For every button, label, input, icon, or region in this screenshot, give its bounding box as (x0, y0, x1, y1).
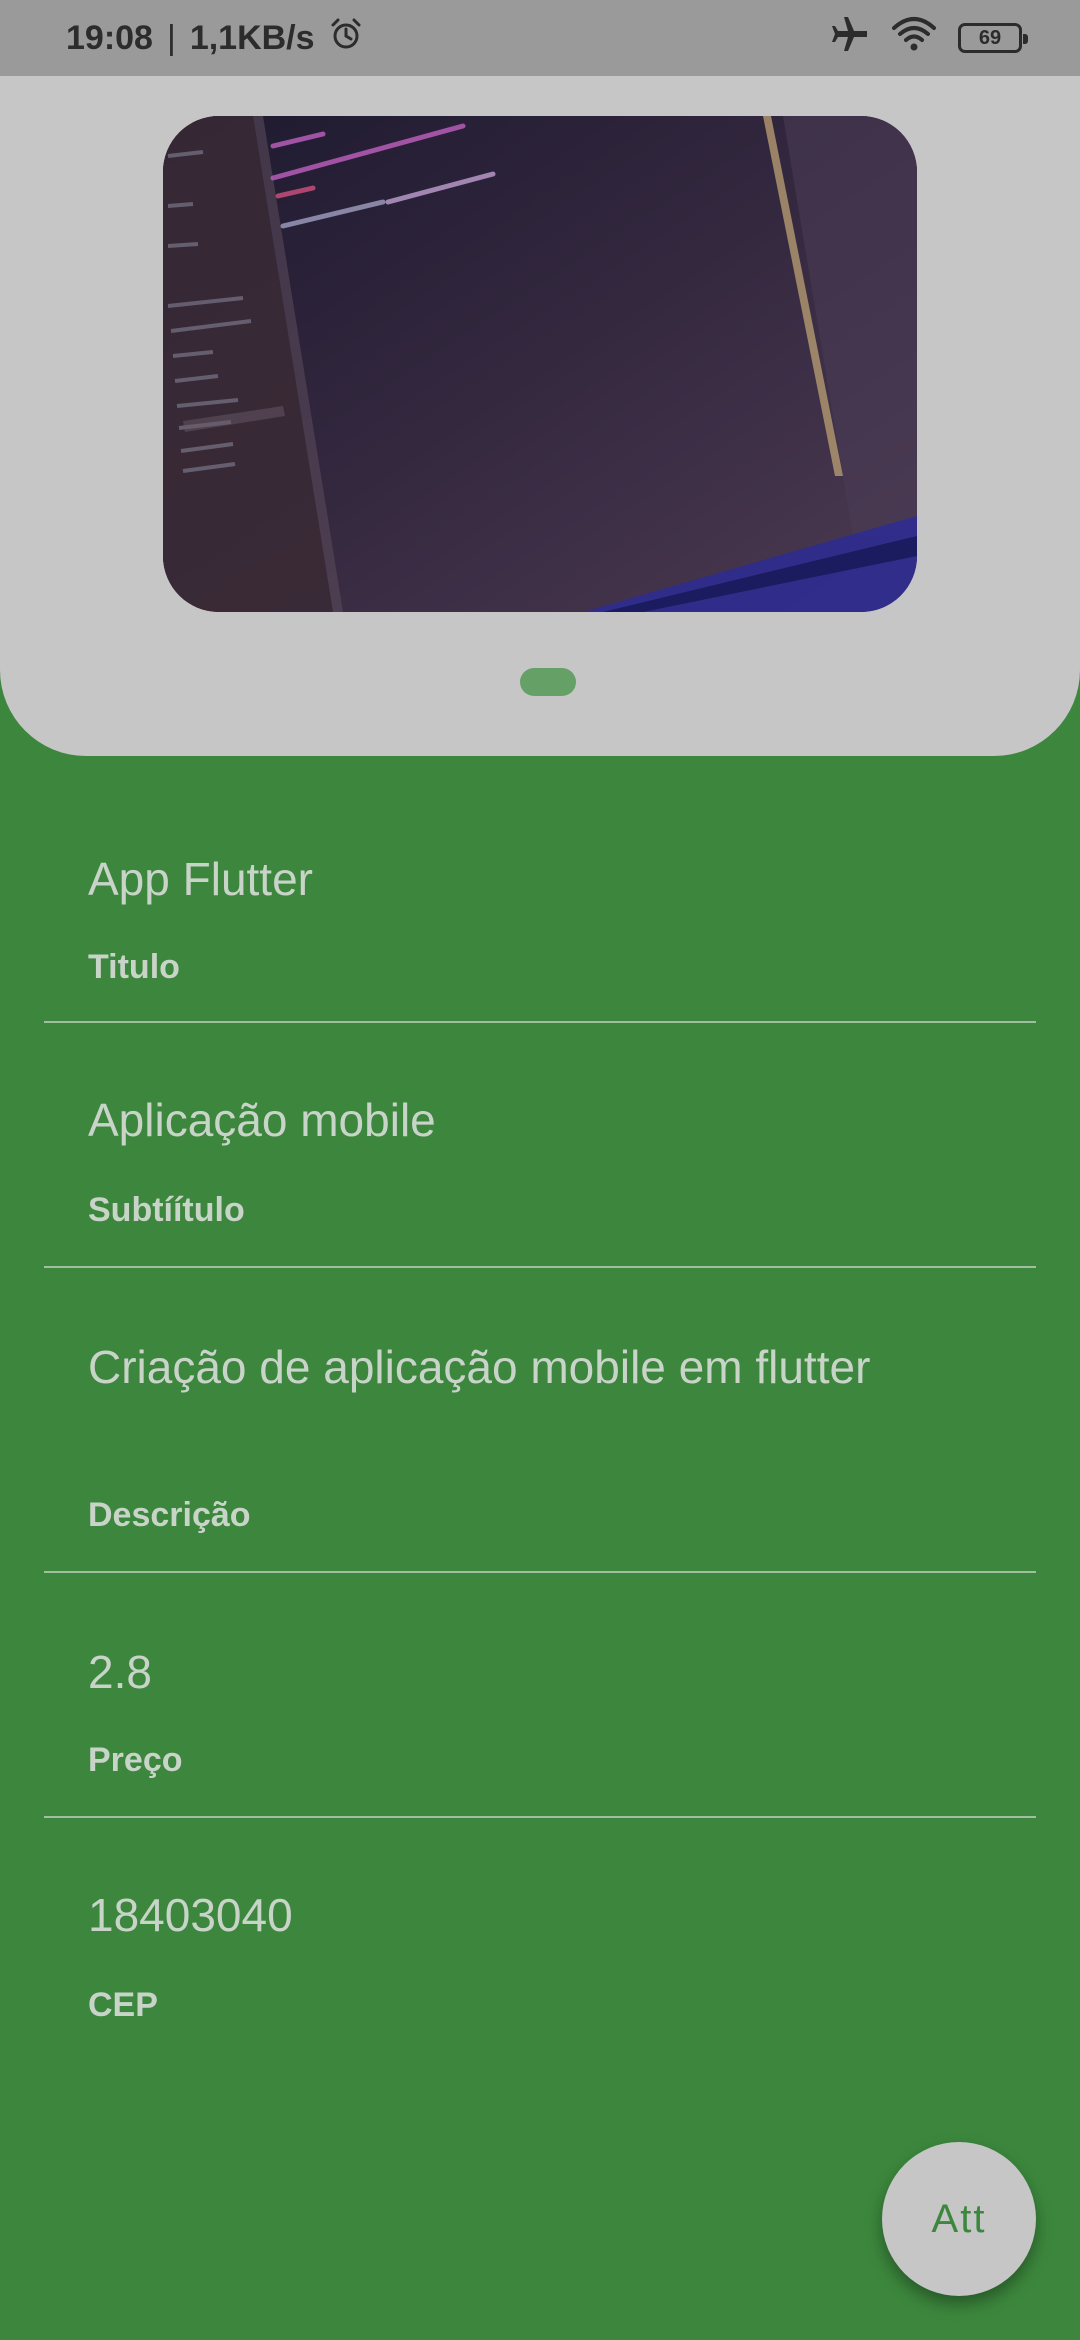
airplane-mode-icon (830, 14, 870, 63)
alarm-icon (329, 17, 363, 60)
description-label: Descrição (88, 1496, 251, 1534)
cep-field: 18403040 CEP (44, 1818, 1036, 2063)
update-button[interactable]: Att (882, 2142, 1036, 2296)
status-time: 19:08 (66, 18, 153, 57)
update-button-label: Att (931, 2196, 987, 2241)
banner-image[interactable] (163, 116, 917, 612)
status-left: 19:08 | 1,1KB/s (66, 17, 363, 60)
subtitle-field: Aplicação mobile Subtíítulo (44, 1023, 1036, 1268)
price-field: 2.8 Preço (44, 1573, 1036, 1818)
battery-level: 69 (978, 26, 1002, 49)
title-label: Titulo (88, 948, 180, 986)
price-label: Preço (88, 1741, 183, 1779)
cep-value: 18403040 (88, 1889, 293, 1941)
price-value: 2.8 (88, 1646, 152, 1698)
description-value: Criação de aplicação mobile em flutter (88, 1341, 871, 1393)
network-speed: 1,1KB/s (189, 18, 315, 57)
title-value: App Flutter (88, 853, 313, 905)
battery-icon: 69 (958, 23, 1028, 53)
cep-label: CEP (88, 1986, 158, 2024)
wifi-icon (892, 16, 936, 61)
status-right: 69 (830, 14, 1028, 63)
status-bar: 19:08 | 1,1KB/s 69 (0, 0, 1080, 76)
image-carousel-card (0, 76, 1080, 756)
carousel-page-indicator[interactable] (520, 668, 576, 696)
description-field: Criação de aplicação mobile em flutter D… (44, 1268, 1036, 1573)
title-field: App Flutter Titulo (44, 800, 1036, 1023)
code-editor-photo (163, 116, 917, 612)
subtitle-label: Subtíítulo (88, 1191, 245, 1229)
status-separator: | (166, 18, 176, 57)
subtitle-value: Aplicação mobile (88, 1094, 436, 1146)
